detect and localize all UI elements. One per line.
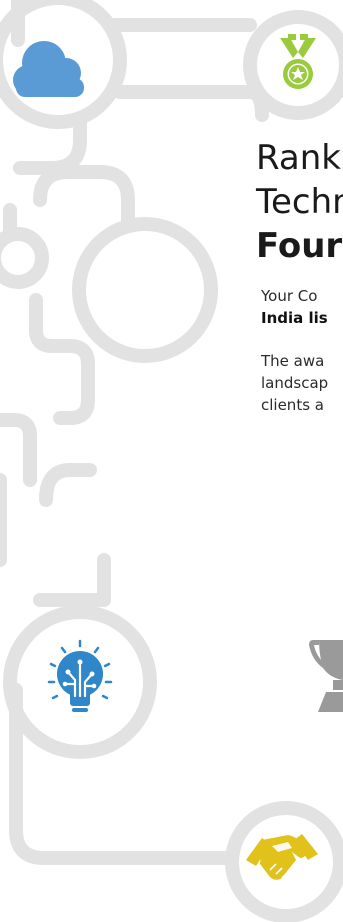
body-paragraph: The awa landscap clients a [261, 350, 328, 416]
medal-icon [280, 34, 316, 89]
intro-line-1: Your Co [261, 287, 318, 305]
handshake-icon [246, 834, 318, 880]
trophy-icon [309, 640, 343, 712]
body-line-3: clients a [261, 396, 324, 414]
body-line-1: The awa [261, 352, 325, 370]
heading-line-2: Techn [256, 182, 343, 222]
heading-line-1: Rank [256, 138, 341, 178]
heading-line-3: Four [256, 226, 343, 266]
body-line-2: landscap [261, 374, 329, 392]
intro-paragraph: Your Co India lis [261, 285, 328, 329]
page-heading: Rank Techn Four [256, 136, 343, 268]
cloud-icon [13, 41, 84, 97]
lightbulb-icon [47, 639, 113, 714]
intro-line-2: India lis [261, 309, 328, 327]
